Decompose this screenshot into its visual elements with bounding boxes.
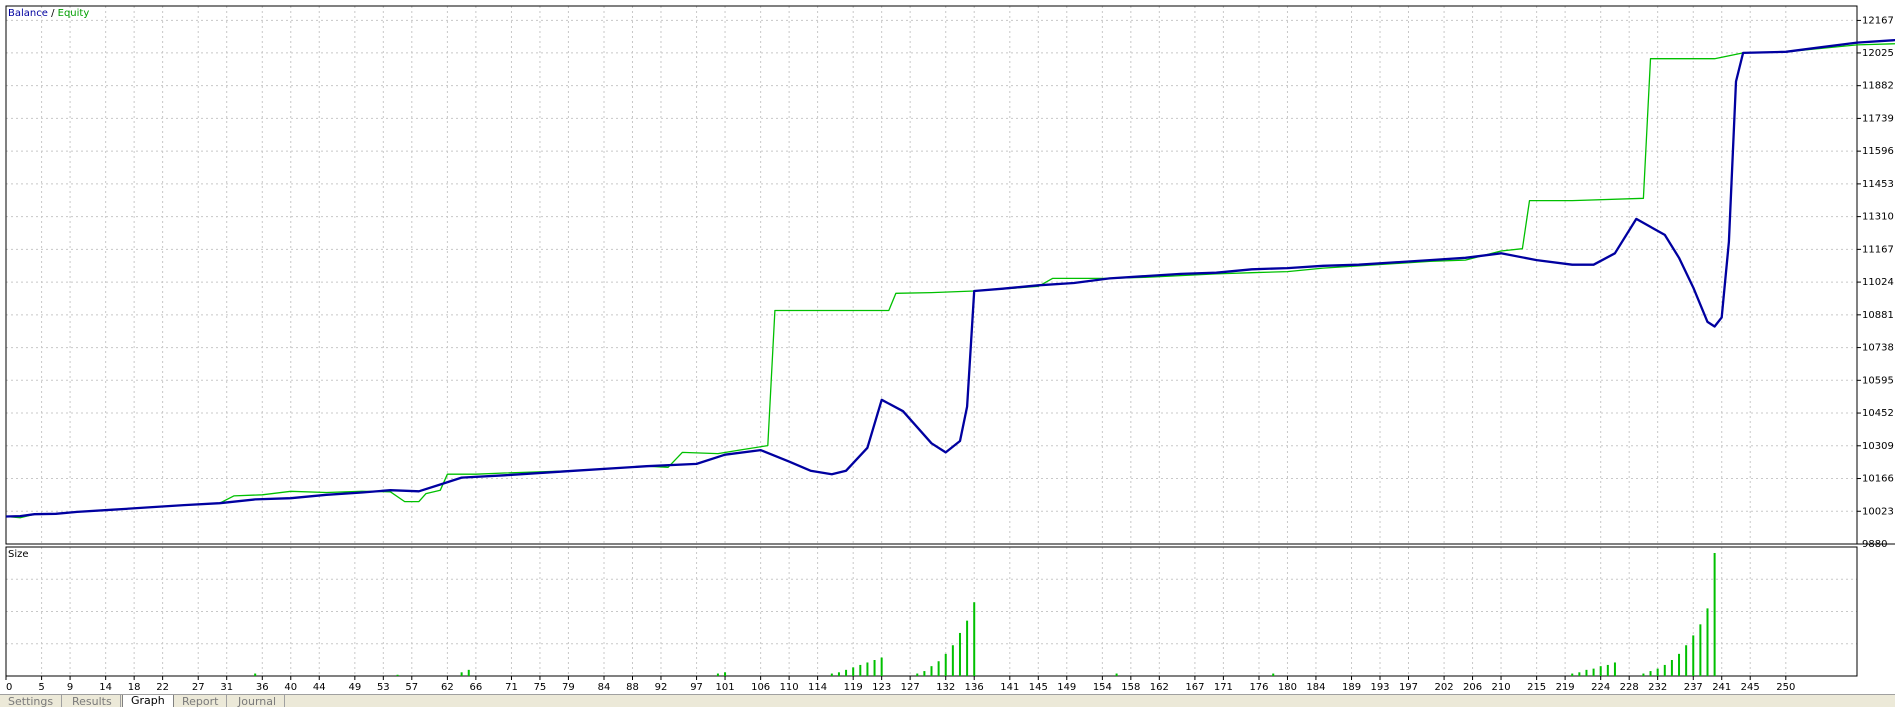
x-tick-label: 219 bbox=[1556, 682, 1575, 693]
y-tick-label: 11596 bbox=[1862, 146, 1894, 157]
x-tick-label: 167 bbox=[1185, 682, 1204, 693]
x-tick-label: 36 bbox=[256, 682, 269, 693]
x-tick-label: 228 bbox=[1620, 682, 1639, 693]
x-tick-label: 57 bbox=[405, 682, 418, 693]
x-tick-label: 215 bbox=[1527, 682, 1546, 693]
size-bars bbox=[254, 553, 1716, 676]
x-tick-label: 250 bbox=[1776, 682, 1795, 693]
legend: Balance / Equity bbox=[8, 8, 89, 19]
main-grid bbox=[5, 6, 1857, 545]
x-tick-label: 5 bbox=[38, 682, 44, 693]
tab-results[interactable]: Results bbox=[64, 695, 121, 707]
legend-equity: Equity bbox=[58, 8, 90, 19]
main-plot-frame bbox=[5, 5, 1858, 545]
y-axis: 9880 10023 10166 10309 10452 10595 10738 10881 1… bbox=[1857, 15, 1894, 550]
x-tick-label: 75 bbox=[534, 682, 547, 693]
x-tick-label: 232 bbox=[1648, 682, 1667, 693]
balance-line bbox=[5, 38, 1895, 518]
y-tick-label: 11882 bbox=[1862, 81, 1894, 92]
tester-tab-bar: Settings Results Graph Report Journal bbox=[0, 694, 1895, 707]
x-tick-label: 136 bbox=[965, 682, 984, 693]
x-tick-label: 22 bbox=[156, 682, 169, 693]
y-tick-label: 11310 bbox=[1862, 212, 1894, 223]
x-tick-label: 210 bbox=[1491, 682, 1510, 693]
x-tick-label: 127 bbox=[901, 682, 920, 693]
tab-journal[interactable]: Journal bbox=[230, 695, 286, 707]
y-tick-label: 11024 bbox=[1862, 277, 1894, 288]
legend-separator: / bbox=[48, 8, 58, 19]
x-tick-label: 40 bbox=[284, 682, 297, 693]
x-tick-label: 62 bbox=[441, 682, 454, 693]
x-tick-label: 97 bbox=[690, 682, 703, 693]
y-tick-label: 11739 bbox=[1862, 113, 1894, 124]
x-tick-label: 66 bbox=[470, 682, 483, 693]
x-tick-label: 110 bbox=[780, 682, 799, 693]
x-tick-label: 14 bbox=[99, 682, 112, 693]
y-tick-label: 10309 bbox=[1862, 441, 1894, 452]
x-tick-label: 193 bbox=[1370, 682, 1389, 693]
x-tick-label: 149 bbox=[1057, 682, 1076, 693]
size-grid bbox=[5, 547, 1857, 676]
x-tick-label: 224 bbox=[1591, 682, 1610, 693]
x-tick-label: 31 bbox=[220, 682, 233, 693]
x-tick-label: 106 bbox=[751, 682, 770, 693]
x-tick-label: 245 bbox=[1741, 682, 1760, 693]
y-tick-label: 12025 bbox=[1862, 48, 1894, 59]
x-axis: 0 5 9 14 18 22 27 31 36 40 44 49 53 57 62 66 71 75 79 84 88 9… bbox=[5, 676, 1795, 693]
x-tick-label: 18 bbox=[128, 682, 141, 693]
x-tick-label: 176 bbox=[1249, 682, 1268, 693]
x-tick-label: 9 bbox=[67, 682, 73, 693]
tester-graph: 9880100231016610309104521059510738108811… bbox=[5, 5, 1895, 693]
x-tick-label: 132 bbox=[936, 682, 955, 693]
y-tick-label: 9880 bbox=[1862, 539, 1887, 550]
x-tick-label: 92 bbox=[655, 682, 668, 693]
x-tick-label: 180 bbox=[1278, 682, 1297, 693]
tab-report[interactable]: Report bbox=[174, 695, 228, 707]
legend-balance: Balance bbox=[8, 8, 48, 19]
x-tick-label: 84 bbox=[598, 682, 611, 693]
x-tick-label: 101 bbox=[715, 682, 734, 693]
y-tick-label: 10023 bbox=[1862, 506, 1894, 517]
x-tick-label: 171 bbox=[1214, 682, 1233, 693]
tab-graph[interactable]: Graph bbox=[122, 695, 174, 707]
x-tick-label: 206 bbox=[1463, 682, 1482, 693]
tab-settings[interactable]: Settings bbox=[0, 695, 63, 707]
x-tick-label: 119 bbox=[844, 682, 863, 693]
y-tick-label: 10738 bbox=[1862, 343, 1894, 354]
x-tick-label: 237 bbox=[1684, 682, 1703, 693]
y-tick-label: 11453 bbox=[1862, 179, 1894, 190]
x-tick-label: 189 bbox=[1342, 682, 1361, 693]
x-tick-label: 197 bbox=[1399, 682, 1418, 693]
x-tick-label: 53 bbox=[377, 682, 390, 693]
y-tick-label: 12167 bbox=[1862, 15, 1894, 26]
x-tick-label: 71 bbox=[505, 682, 518, 693]
y-tick-label: 10452 bbox=[1862, 408, 1894, 419]
x-tick-label: 141 bbox=[1000, 682, 1019, 693]
x-tick-label: 44 bbox=[313, 682, 326, 693]
x-tick-label: 0 bbox=[6, 682, 12, 693]
x-tick-label: 184 bbox=[1306, 682, 1325, 693]
y-tick-label: 10595 bbox=[1862, 375, 1894, 386]
x-tick-label: 202 bbox=[1435, 682, 1454, 693]
x-tick-label: 145 bbox=[1029, 682, 1048, 693]
x-tick-label: 162 bbox=[1150, 682, 1169, 693]
x-tick-label: 88 bbox=[626, 682, 639, 693]
size-panel-label: Size bbox=[8, 549, 29, 560]
y-tick-label: 11167 bbox=[1862, 244, 1894, 255]
x-tick-label: 79 bbox=[562, 682, 575, 693]
y-tick-label: 10166 bbox=[1862, 474, 1894, 485]
x-tick-label: 241 bbox=[1712, 682, 1731, 693]
x-tick-label: 27 bbox=[192, 682, 205, 693]
x-tick-label: 114 bbox=[808, 682, 827, 693]
x-tick-label: 49 bbox=[348, 682, 361, 693]
x-tick-label: 123 bbox=[872, 682, 891, 693]
x-tick-label: 154 bbox=[1093, 682, 1112, 693]
x-tick-label: 158 bbox=[1121, 682, 1140, 693]
y-tick-label: 10881 bbox=[1862, 310, 1894, 321]
